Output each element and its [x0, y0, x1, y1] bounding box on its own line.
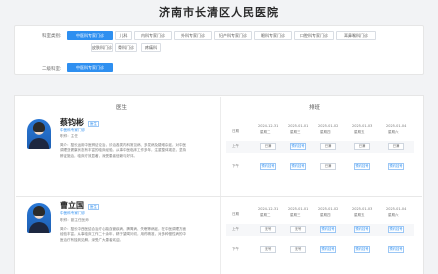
slot-status: 已满: [320, 143, 336, 150]
column-divider: [220, 97, 221, 274]
slot-status: 已满: [354, 143, 370, 150]
doctor-dept: 中医科专家门诊: [60, 211, 86, 215]
sub-dept-chip-0[interactable]: 中医科专家门诊: [67, 63, 113, 72]
book-appointment-button[interactable]: 预约挂号: [290, 163, 306, 170]
book-appointment-button[interactable]: 预约挂号: [354, 163, 370, 170]
book-appointment-button[interactable]: 预约挂号: [260, 163, 276, 170]
schedule-weekday: 星期五: [354, 130, 365, 134]
schedule-date: 2025-01-03: [352, 207, 373, 211]
slot-status: 无号: [260, 226, 276, 233]
doctor-column-header: 医生: [116, 105, 128, 111]
doctor-avatar: [27, 203, 51, 233]
dept-chip-9[interactable]: 骨科门诊: [115, 43, 137, 52]
book-appointment-button[interactable]: 预约挂号: [388, 226, 404, 233]
schedule-date: 2025-01-02: [318, 207, 339, 211]
book-appointment-button[interactable]: 预约挂号: [320, 226, 336, 233]
schedule-date: 2024-12-31: [258, 207, 279, 211]
book-appointment-button[interactable]: 预约挂号: [354, 246, 370, 253]
doctor-intro: 简介：擅长中西医结合治疗心脑血管疾病、脾胃病、失眠等病症，在中医调理方面经验丰富…: [60, 227, 186, 242]
book-appointment-button[interactable]: 预约挂号: [290, 143, 306, 150]
slot-status: 无号: [290, 246, 306, 253]
doctor-intro: 简介：擅长运用中医辨证论治，诊治各类内科常见病、多发病及疑难杂症，对中医调理亚健…: [60, 143, 186, 158]
book-appointment-button[interactable]: 预约挂号: [388, 163, 404, 170]
schedule-weekday: 星期三: [290, 130, 301, 134]
book-appointment-button[interactable]: 预约挂号: [354, 226, 370, 233]
schedule-date: 2025-01-02: [318, 124, 339, 128]
slot-status: 无号: [260, 246, 276, 253]
slot-status: 无号: [290, 226, 306, 233]
dept-chip-5[interactable]: 眼科专家门诊: [254, 31, 292, 40]
dept-chip-0[interactable]: 中医科专家门诊: [67, 31, 113, 40]
schedule-weekday: 星期六: [388, 130, 399, 134]
schedule-date-label: 日期: [232, 212, 239, 216]
dept-chip-8[interactable]: 皮肤科门诊: [91, 43, 113, 52]
schedule-weekday: 星期五: [354, 213, 365, 217]
doctor-name[interactable]: 曹立国: [60, 200, 84, 211]
schedule-date-label: 日期: [232, 129, 239, 133]
schedule-period-label: 下午: [232, 164, 239, 168]
schedule-weekday: 星期二: [260, 130, 271, 134]
book-appointment-button[interactable]: 预约挂号: [388, 246, 404, 253]
dept-chip-2[interactable]: 内科专家门诊: [134, 31, 172, 40]
doctor-title: 职称：副主任医师: [60, 218, 89, 222]
dept-chip-1[interactable]: 儿科: [115, 31, 132, 40]
dept-chip-10[interactable]: 疼痛科: [141, 43, 161, 52]
slot-status: 已满: [320, 163, 336, 170]
schedule-date: 2025-01-01: [288, 207, 309, 211]
schedule-date: 2025-01-01: [288, 124, 309, 128]
sub-dept-label: 二级科室:: [42, 67, 62, 72]
schedule-date: 2024-12-31: [258, 124, 279, 128]
slot-status: 已满: [388, 143, 404, 150]
dept-category-label: 科室类别:: [42, 34, 62, 39]
schedule-date: 2025-01-04: [386, 207, 407, 211]
schedule-weekday: 星期四: [320, 130, 331, 134]
dept-chip-3[interactable]: 外科专家门诊: [174, 31, 212, 40]
schedule-date: 2025-01-03: [352, 124, 373, 128]
row-separator: [16, 196, 422, 197]
schedule-weekday: 星期三: [290, 213, 301, 217]
schedule-date: 2025-01-04: [386, 124, 407, 128]
book-appointment-button[interactable]: 预约挂号: [320, 246, 336, 253]
schedule-column-header: 排班: [309, 105, 321, 111]
page-title: 济南市长清区人民医院: [159, 6, 279, 19]
schedule-period-label: 下午: [232, 247, 239, 251]
schedule-weekday: 星期六: [388, 213, 399, 217]
schedule-weekday: 星期四: [320, 213, 331, 217]
doctor-name[interactable]: 蔡钧彬: [60, 117, 84, 128]
doctor-badge: 医生: [88, 121, 99, 127]
dept-chip-4[interactable]: 妇产科专家门诊: [214, 31, 252, 40]
doctor-avatar: [27, 119, 51, 149]
schedule-period-label: 上午: [232, 227, 239, 231]
dept-chip-7[interactable]: 耳鼻喉科门诊: [336, 31, 376, 40]
doctor-dept: 中医科专家门诊: [60, 128, 86, 132]
doctor-title: 职称：主任: [60, 134, 78, 138]
slot-status: 已满: [260, 143, 276, 150]
dept-chip-6[interactable]: 口腔科专家门诊: [294, 31, 334, 40]
schedule-weekday: 星期二: [260, 213, 271, 217]
doctor-badge: 医生: [88, 204, 99, 210]
schedule-period-label: 上午: [232, 144, 239, 148]
